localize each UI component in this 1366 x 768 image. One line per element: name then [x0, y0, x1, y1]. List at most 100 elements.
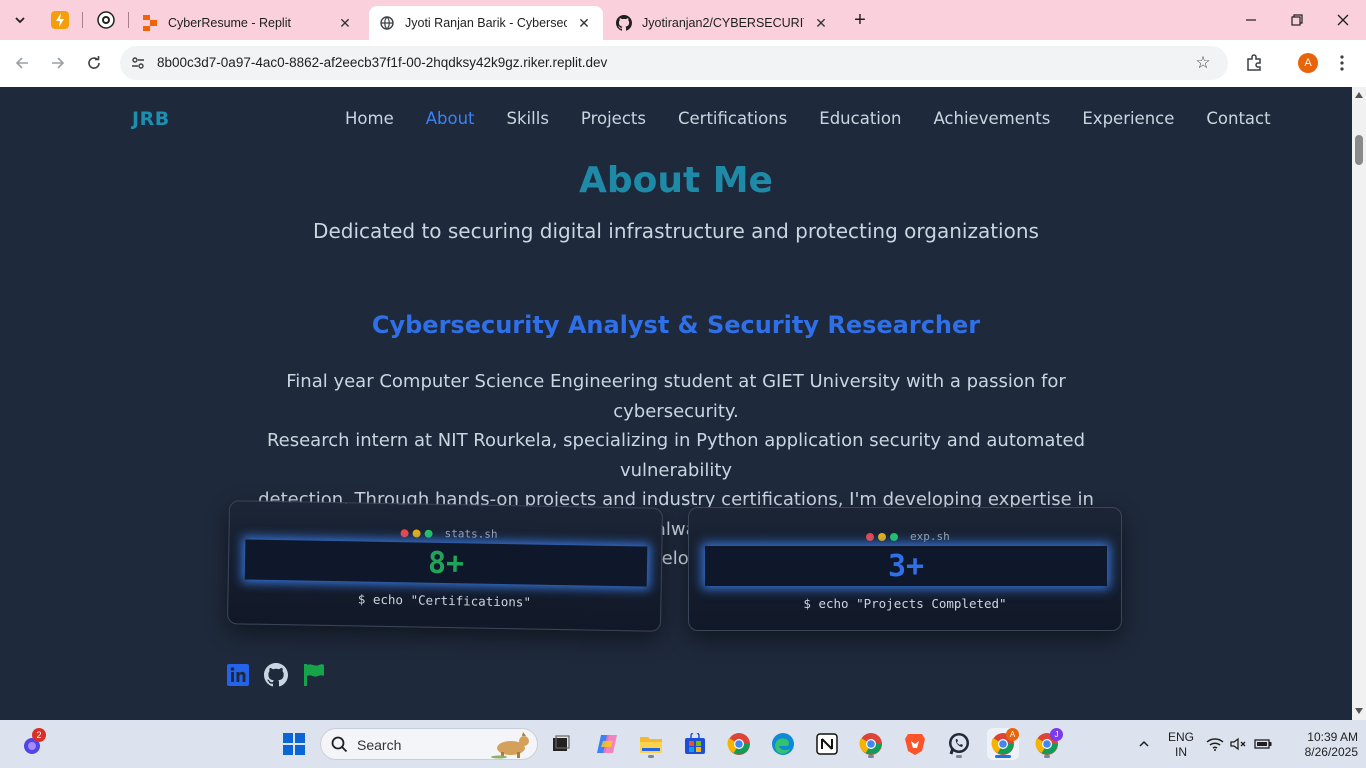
stats-card-certifications: stats.sh 8+ $ echo "Certifications"	[226, 500, 664, 632]
scroll-down-arrow-icon[interactable]	[1355, 708, 1363, 714]
quick-settings-button[interactable]	[1203, 728, 1275, 760]
tryhackme-link[interactable]	[301, 662, 327, 688]
url-text[interactable]: 8b00c3d7-0a97-4ac0-8862-af2eecb37f1f-00-…	[157, 55, 607, 70]
file-explorer-button[interactable]	[635, 728, 667, 760]
language-code: ENG	[1167, 730, 1194, 744]
tab-title: CyberResume - Replit	[168, 16, 291, 30]
whatsapp-icon	[949, 733, 969, 755]
portfolio-page: JRB Home About Skills Projects Certifica…	[0, 87, 1352, 720]
running-indicator	[956, 755, 962, 758]
nav-achievements[interactable]: Achievements	[933, 109, 1050, 128]
scroll-thumb[interactable]	[1355, 135, 1363, 165]
taskbar-search[interactable]: Search	[320, 728, 538, 760]
nav-certifications[interactable]: Certifications	[678, 109, 787, 128]
address-bar[interactable]: 8b00c3d7-0a97-4ac0-8862-af2eecb37f1f-00-…	[120, 46, 1228, 80]
close-tab-icon[interactable]: ✕	[812, 14, 830, 32]
browser-menu-button[interactable]	[1330, 51, 1354, 75]
search-placeholder: Search	[357, 737, 402, 753]
github-link[interactable]	[263, 662, 289, 688]
chrome-icon	[727, 733, 750, 755]
new-tab-button[interactable]: +	[848, 8, 872, 32]
active-indicator	[995, 755, 1011, 758]
bookmark-star-icon[interactable]: ☆	[1192, 52, 1214, 74]
edge-icon	[772, 733, 794, 755]
copilot-button[interactable]	[591, 728, 623, 760]
nav-education[interactable]: Education	[819, 109, 901, 128]
chrome-profile-a-button[interactable]: A	[987, 728, 1019, 760]
notion-icon	[816, 733, 838, 755]
folder-icon	[640, 737, 662, 753]
more-vertical-icon	[1340, 55, 1344, 71]
edge-button[interactable]	[767, 728, 799, 760]
close-tab-icon[interactable]: ✕	[575, 14, 593, 32]
puzzle-icon	[1247, 54, 1261, 71]
linkedin-link[interactable]	[225, 662, 251, 688]
task-view-button[interactable]	[545, 728, 577, 760]
close-tab-icon[interactable]: ✕	[336, 14, 354, 32]
show-hidden-icons-button[interactable]	[1128, 728, 1160, 760]
role-title: Cybersecurity Analyst & Security Researc…	[371, 311, 981, 339]
browser-tab-strip: CyberResume - Replit ✕ Jyoti Ranjan Bari…	[0, 0, 1366, 40]
extensions-button[interactable]	[1242, 51, 1266, 75]
pinned-tab-chatgpt[interactable]	[94, 8, 118, 32]
restore-icon	[1291, 14, 1303, 26]
terminal-dot-yellow	[878, 532, 886, 541]
nav-home[interactable]: Home	[345, 109, 394, 128]
scroll-up-arrow-icon[interactable]	[1355, 92, 1363, 98]
minimize-button[interactable]	[1228, 0, 1274, 40]
profile-button[interactable]: A	[1296, 51, 1320, 75]
chevron-up-icon	[1139, 740, 1149, 747]
copilot-icon	[597, 735, 617, 753]
chrome-profile-j-button[interactable]: J	[1031, 728, 1063, 760]
tab-jyoti-portfolio[interactable]: Jyoti Ranjan Barik - Cybersecuri ✕	[369, 6, 603, 40]
chevron-down-icon	[15, 17, 25, 24]
brave-lion-icon	[905, 734, 925, 755]
notification-badge: 2	[32, 728, 46, 742]
widgets-button[interactable]: 2	[16, 728, 48, 760]
input-language-indicator[interactable]: ENG IN	[1163, 730, 1199, 760]
section-subheading: Dedicated to securing digital infrastruc…	[313, 219, 1039, 243]
forward-button[interactable]	[44, 49, 72, 77]
stat-value: 3+	[705, 546, 1107, 586]
nav-links: Home About Skills Projects Certification…	[345, 109, 1303, 128]
arrow-left-icon	[15, 57, 28, 69]
notion-button[interactable]	[811, 728, 843, 760]
clock[interactable]: 10:39 AM 8/26/2025	[1282, 730, 1358, 760]
terminal-dot-green	[890, 532, 898, 541]
avatar: A	[1298, 53, 1318, 73]
start-button[interactable]	[278, 728, 310, 760]
close-window-button[interactable]	[1320, 0, 1366, 40]
tab-cyberresume-replit[interactable]: CyberResume - Replit ✕	[132, 6, 364, 40]
region-code: IN	[1175, 745, 1187, 759]
running-indicator	[868, 755, 874, 758]
chrome-profile-button[interactable]	[855, 728, 887, 760]
search-icon	[331, 736, 348, 753]
tab-github-repo[interactable]: Jyotiranjan2/CYBERSECURITY-P ✕	[606, 6, 840, 40]
brave-button[interactable]	[899, 728, 931, 760]
nav-contact[interactable]: Contact	[1206, 109, 1270, 128]
minimize-icon	[1246, 19, 1256, 21]
nav-projects[interactable]: Projects	[581, 109, 646, 128]
restore-button[interactable]	[1274, 0, 1320, 40]
site-info-icon[interactable]	[128, 53, 148, 73]
terminal-filename: exp.sh	[910, 530, 950, 543]
pinned-tab-bolt[interactable]	[48, 8, 72, 32]
reload-button[interactable]	[80, 49, 108, 77]
linkedin-icon	[227, 664, 249, 686]
stat-command: $ echo "Projects Completed"	[803, 596, 1007, 611]
globe-icon	[379, 15, 395, 31]
back-button[interactable]	[8, 49, 36, 77]
clock-time: 10:39 AM	[1307, 730, 1358, 744]
site-logo[interactable]: JRB	[132, 108, 170, 130]
bio-line: Final year Computer Science Engineering …	[286, 371, 1066, 422]
nav-about[interactable]: About	[426, 109, 475, 128]
microsoft-store-button[interactable]	[679, 728, 711, 760]
bolt-icon	[51, 11, 69, 29]
nav-experience[interactable]: Experience	[1082, 109, 1174, 128]
stats-card-projects: exp.sh 3+ $ echo "Projects Completed"	[688, 507, 1122, 631]
nav-skills[interactable]: Skills	[507, 109, 549, 128]
page-scrollbar[interactable]	[1352, 87, 1366, 720]
chrome-button[interactable]	[723, 728, 755, 760]
tab-search-button[interactable]	[6, 6, 34, 34]
whatsapp-button[interactable]	[943, 728, 975, 760]
